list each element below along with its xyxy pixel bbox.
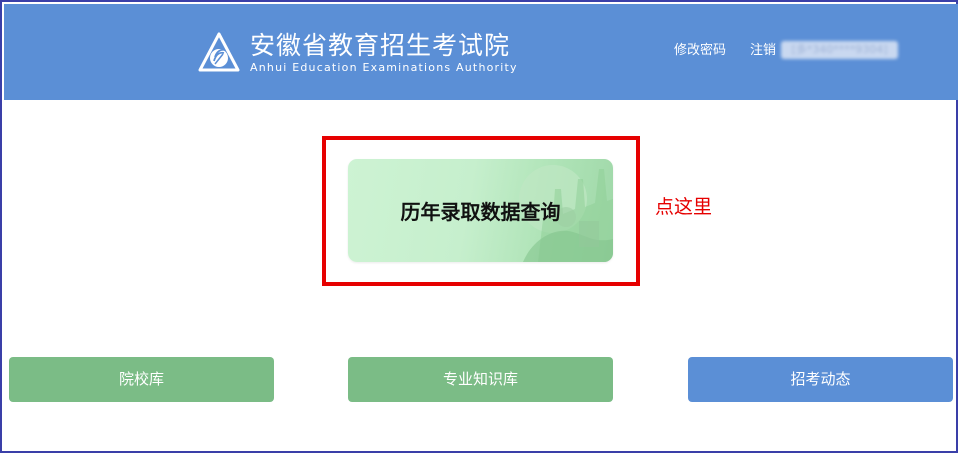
app-frame: 安徽省教育招生考试院 Anhui Education Examinations … [0, 0, 958, 453]
query-card-title: 历年录取数据查询 [400, 200, 561, 224]
college-library-button[interactable]: 院校库 [9, 357, 274, 402]
logo-text: 安徽省教育招生考试院 Anhui Education Examinations … [250, 31, 518, 75]
change-password-link[interactable]: 修改密码 [674, 42, 726, 60]
major-knowledge-button[interactable]: 专业知识库 [348, 357, 613, 402]
admission-news-button[interactable]: 招考动态 [688, 357, 953, 402]
site-logo[interactable]: 安徽省教育招生考试院 Anhui Education Examinations … [198, 30, 518, 76]
logo-title-en: Anhui Education Examinations Authority [250, 61, 518, 74]
logo-title-cn: 安徽省教育招生考试院 [250, 31, 511, 60]
click-here-hint: 点这里 [655, 196, 713, 218]
logout-link[interactable]: 注销 [750, 42, 776, 60]
admission-data-query-card[interactable]: 历年录取数据查询 [348, 159, 613, 262]
header-bar: 安徽省教育招生考试院 Anhui Education Examinations … [4, 4, 958, 100]
aeea-logo-icon [198, 32, 240, 72]
username-blurred: [多*340****9304] [781, 41, 898, 59]
